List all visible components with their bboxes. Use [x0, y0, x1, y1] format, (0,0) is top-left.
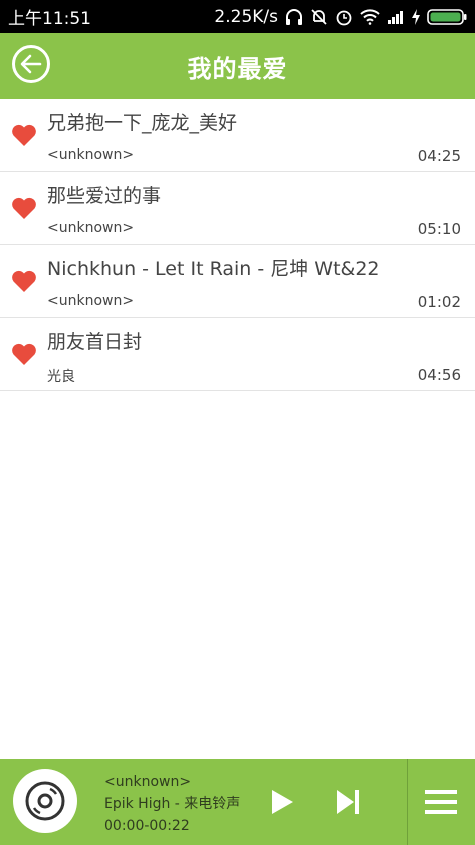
- next-track-icon[interactable]: [334, 788, 362, 816]
- favorites-list: 兄弟抱一下_庞龙_美好 <unknown> 04:25 那些爱过的事 <unkn…: [0, 99, 475, 391]
- song-title: Nichkhun - Let It Rain - 尼坤 Wt&22: [47, 258, 380, 280]
- song-artist: <unknown>: [47, 147, 135, 163]
- now-playing-time: 00:00-00:22: [104, 818, 190, 834]
- menu-icon[interactable]: [425, 788, 457, 816]
- heart-icon[interactable]: [11, 269, 37, 293]
- song-row[interactable]: 那些爱过的事 <unknown> 05:10: [0, 172, 475, 245]
- song-artist: <unknown>: [47, 220, 135, 236]
- song-duration: 04:56: [417, 366, 461, 384]
- song-title: 兄弟抱一下_庞龙_美好: [47, 112, 238, 134]
- play-icon[interactable]: [268, 788, 296, 816]
- network-speed: 2.25K/s: [214, 6, 278, 27]
- alarm-icon: [336, 10, 352, 25]
- page-title: 我的最爱: [187, 54, 288, 83]
- now-playing-title: Epik High - 来电铃声: [104, 796, 241, 812]
- disc-icon: [25, 781, 65, 821]
- signal-icon: [388, 10, 403, 24]
- wifi-icon: [360, 8, 380, 25]
- song-duration: 04:25: [417, 147, 461, 165]
- song-row[interactable]: 朋友首日封 光良 04:56: [0, 318, 475, 391]
- headphones-icon: [286, 8, 302, 25]
- song-duration: 01:02: [417, 293, 461, 311]
- status-icons: 2.25K/s: [214, 7, 467, 27]
- now-playing-artist: <unknown>: [104, 774, 192, 790]
- heart-icon[interactable]: [11, 342, 37, 366]
- clock: 上午11:51: [8, 9, 91, 29]
- title-bar: 我的最爱: [0, 33, 475, 99]
- song-row[interactable]: 兄弟抱一下_庞龙_美好 <unknown> 04:25: [0, 99, 475, 172]
- divider: [407, 759, 408, 845]
- song-row[interactable]: Nichkhun - Let It Rain - 尼坤 Wt&22 <unkno…: [0, 245, 475, 318]
- song-title: 那些爱过的事: [47, 185, 162, 207]
- song-title: 朋友首日封: [47, 331, 143, 353]
- song-duration: 05:10: [417, 220, 461, 238]
- now-playing-bar: <unknown> Epik High - 来电铃声 00:00-00:22: [0, 759, 475, 845]
- back-button[interactable]: [12, 45, 50, 83]
- now-playing-info[interactable]: <unknown> Epik High - 来电铃声 00:00-00:22: [104, 771, 240, 837]
- album-art[interactable]: [13, 769, 77, 833]
- heart-icon[interactable]: [11, 123, 37, 147]
- song-artist: <unknown>: [47, 293, 135, 309]
- status-bar: 上午11:51 2.25K/s: [0, 0, 475, 33]
- back-arrow-icon: [20, 54, 42, 74]
- muted-bell-icon: [311, 8, 327, 25]
- charging-bolt-icon: [412, 8, 420, 25]
- battery-icon: [427, 8, 467, 25]
- heart-icon[interactable]: [11, 196, 37, 220]
- song-artist: 光良: [47, 369, 75, 385]
